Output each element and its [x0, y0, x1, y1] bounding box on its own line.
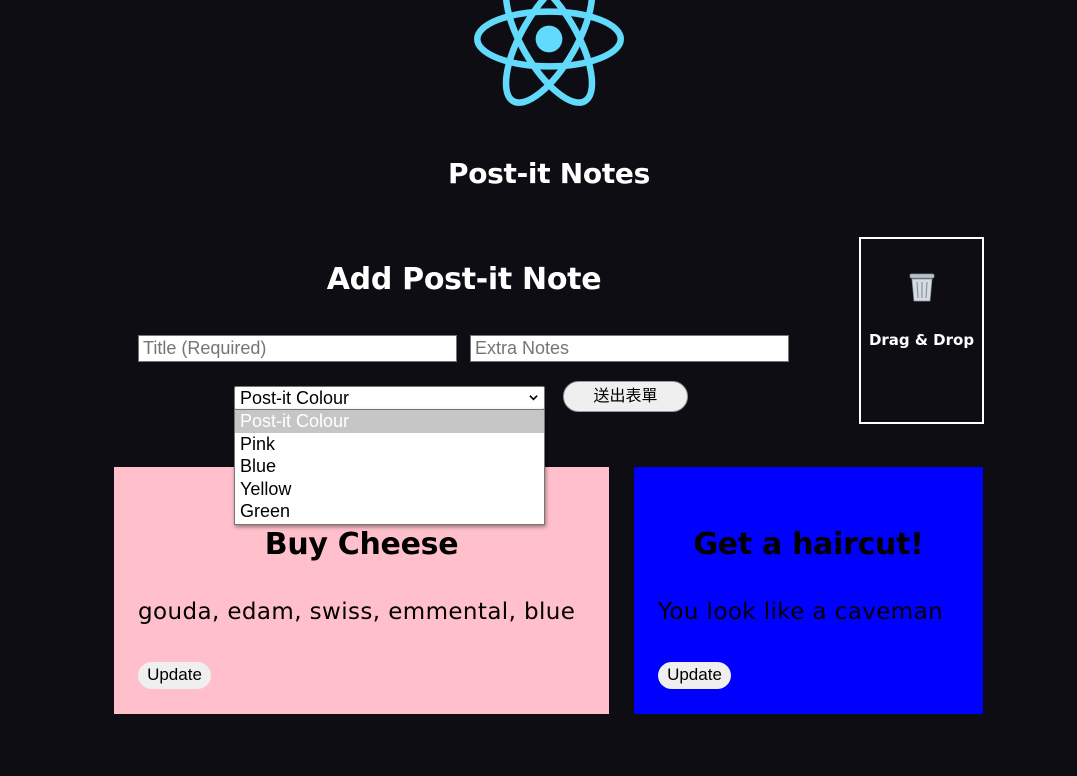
wastebasket-icon: [909, 273, 935, 302]
submit-button[interactable]: 送出表單: [563, 381, 688, 412]
colour-dropdown-list: Post-it Colour Pink Blue Yellow Green: [234, 409, 545, 525]
colour-select-value: Post-it Colour: [240, 388, 350, 408]
note-title: Get a haircut!: [693, 527, 924, 562]
colour-select[interactable]: Post-it Colour: [234, 386, 545, 410]
update-button[interactable]: Update: [658, 662, 731, 689]
app-title: Post-it Notes: [448, 157, 650, 190]
add-note-heading: Add Post-it Note: [326, 262, 602, 297]
post-it-note[interactable]: Get a haircut! You look like a caveman U…: [634, 467, 983, 714]
note-title: Buy Cheese: [264, 527, 459, 562]
colour-option-green[interactable]: Green: [235, 500, 544, 523]
extra-notes-input[interactable]: [470, 335, 789, 362]
note-body: gouda, edam, swiss, emmental, blue: [138, 599, 576, 625]
chevron-down-icon: [529, 395, 538, 401]
colour-option-yellow[interactable]: Yellow: [235, 478, 544, 501]
page: Post-it Notes Add Post-it Note Post-it C…: [0, 0, 1077, 776]
update-button[interactable]: Update: [138, 662, 211, 689]
colour-option-post-it-colour[interactable]: Post-it Colour: [235, 410, 544, 433]
trash-drop-zone[interactable]: Drag & Drop: [859, 237, 984, 424]
note-body: You look like a caveman: [658, 599, 944, 625]
colour-option-pink[interactable]: Pink: [235, 433, 544, 456]
title-input[interactable]: [138, 335, 457, 362]
react-logo-icon: [474, 0, 624, 106]
trash-label: Drag & Drop: [868, 331, 975, 349]
colour-option-blue[interactable]: Blue: [235, 455, 544, 478]
